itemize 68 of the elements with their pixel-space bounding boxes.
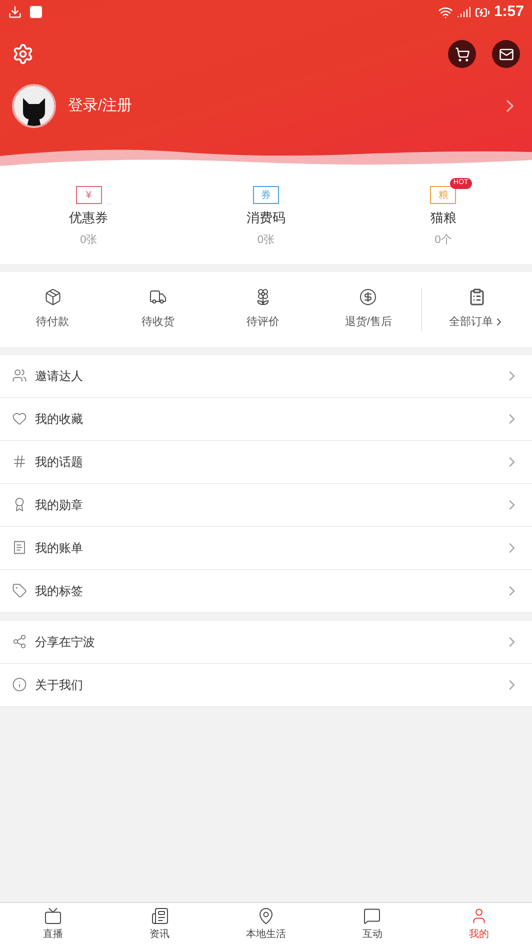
nav-label: 互动 <box>362 928 382 942</box>
menu-icon <box>12 634 27 649</box>
menu-item[interactable]: 我的话题 <box>0 440 532 484</box>
menu-item[interactable]: 关于我们 <box>0 664 532 706</box>
nav-tab[interactable]: 互动 <box>319 903 426 946</box>
menu-icon <box>12 583 27 598</box>
asset-label[interactable]: 猫粮 <box>430 208 456 228</box>
cart-button[interactable] <box>448 40 476 68</box>
order-icon <box>148 288 167 306</box>
menu-icon <box>12 368 27 383</box>
nav-icon <box>363 907 382 925</box>
menu-item[interactable]: 我的收藏 <box>0 398 532 440</box>
menu-label: 我的标签 <box>35 582 83 600</box>
app-notification-icon <box>30 6 42 18</box>
all-orders-button[interactable]: 全部订单 <box>422 288 532 330</box>
asset-label[interactable]: 消费码 <box>246 208 286 228</box>
message-button[interactable] <box>492 40 520 68</box>
menu-label: 我的账单 <box>35 540 83 556</box>
download-icon <box>8 5 22 19</box>
menu-label: 我的收藏 <box>35 410 83 428</box>
cart-icon <box>454 46 470 62</box>
nav-tab[interactable]: 资讯 <box>106 903 213 946</box>
asset-count: 0张 <box>80 232 98 248</box>
menu-item[interactable]: 我的标签 <box>0 570 532 612</box>
nav-tab[interactable]: 我的 <box>426 903 532 946</box>
order-icon <box>44 288 62 306</box>
all-orders-label: 全部订单 <box>449 314 493 330</box>
nav-label: 本地生活 <box>246 928 286 942</box>
order-status-button[interactable]: 待收货 <box>105 288 210 330</box>
clipboard-icon <box>468 288 486 306</box>
nav-icon <box>257 907 276 925</box>
menu-icon <box>12 411 27 426</box>
nav-tab[interactable]: 直播 <box>0 903 106 946</box>
menu-label: 关于我们 <box>35 676 83 694</box>
nav-label: 我的 <box>468 928 489 942</box>
menu-icon <box>12 540 27 555</box>
envelope-icon <box>498 46 514 62</box>
menu-item[interactable]: 我的勋章 <box>0 484 532 526</box>
nav-icon <box>44 907 62 925</box>
status-time: 1:57 <box>494 2 524 22</box>
asset-count: 0个 <box>434 232 452 248</box>
menu-icon <box>12 677 27 692</box>
menu-label: 我的勋章 <box>35 496 83 514</box>
menu-item[interactable]: 分享在宁波 <box>0 620 532 664</box>
asset-count: 0张 <box>257 232 275 248</box>
ticket-icon: ¥ <box>76 186 102 204</box>
menu-label: 我的话题 <box>35 454 83 470</box>
avatar[interactable] <box>12 84 56 128</box>
menu-label: 邀请达人 <box>35 368 83 384</box>
order-status-button[interactable]: 待付款 <box>0 288 106 330</box>
nav-label: 资讯 <box>150 928 170 942</box>
login-link[interactable]: 登录/注册 <box>68 94 132 118</box>
settings-button[interactable] <box>12 43 34 65</box>
settings-icon <box>12 43 34 65</box>
nav-tab[interactable]: 本地生活 <box>212 903 320 946</box>
order-icon <box>359 288 378 306</box>
order-status-button[interactable]: 退货/售后 <box>316 288 421 330</box>
ticket-icon: 券 <box>252 186 279 204</box>
menu-label: 分享在宁波 <box>35 634 95 650</box>
wifi-icon <box>438 4 453 20</box>
asset-label[interactable]: 优惠券 <box>69 208 108 228</box>
nav-label: 直播 <box>43 928 64 942</box>
menu-item[interactable]: 邀请达人 <box>0 354 532 398</box>
nav-icon <box>150 907 169 925</box>
order-status-button[interactable]: 待评价 <box>210 288 316 330</box>
signal-icon <box>456 5 471 19</box>
menu-icon <box>12 454 27 469</box>
menu-item[interactable]: 我的账单 <box>0 526 532 570</box>
